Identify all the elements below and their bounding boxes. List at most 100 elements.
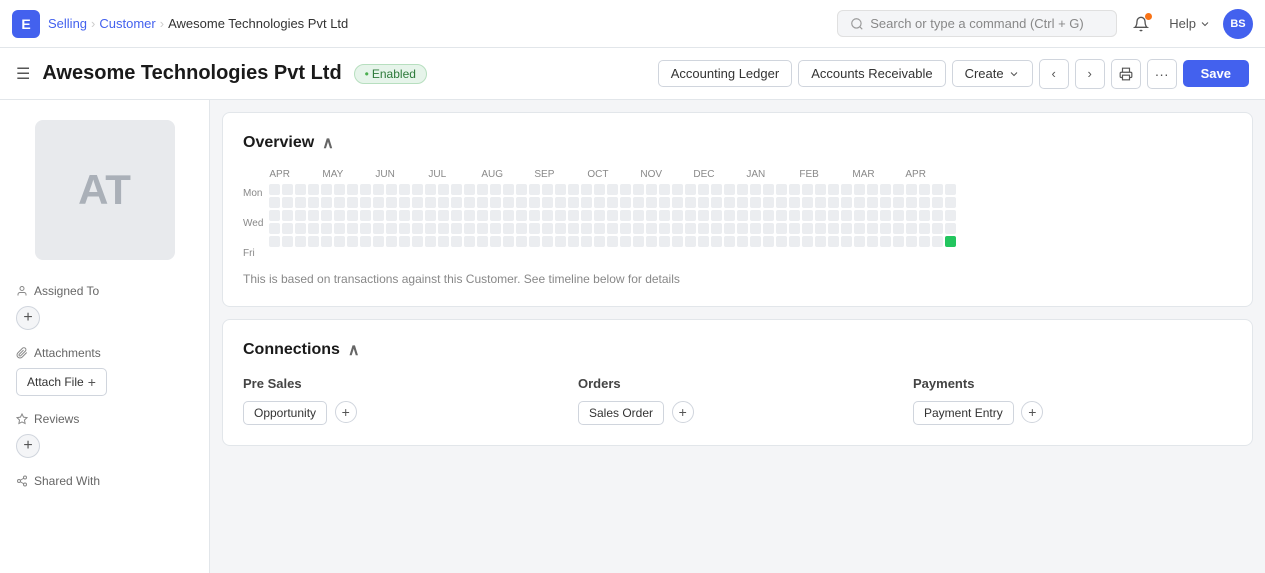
heatmap-cell (880, 210, 891, 221)
heatmap-cell (516, 197, 527, 208)
orders-group: Orders Sales Order + (578, 376, 897, 425)
heatmap-cell (490, 210, 501, 221)
heatmap-cell (763, 210, 774, 221)
heatmap-cell (659, 184, 670, 195)
heatmap-cell (776, 197, 787, 208)
heatmap-cell (425, 223, 436, 234)
month-jun-label: JUN (375, 169, 427, 180)
heatmap-cell (594, 184, 605, 195)
heatmap-cell (308, 197, 319, 208)
next-button[interactable]: › (1075, 59, 1105, 89)
heatmap-week (490, 184, 501, 247)
heatmap-cell (854, 184, 865, 195)
app-icon[interactable]: E (12, 10, 40, 38)
heatmap-week (932, 184, 943, 247)
heatmap-week (581, 184, 592, 247)
accounts-receivable-button[interactable]: Accounts Receivable (798, 60, 945, 87)
heatmap-week (529, 184, 540, 247)
heatmap-cell (620, 197, 631, 208)
heatmap-cell (555, 236, 566, 247)
heatmap-week (425, 184, 436, 247)
prev-button[interactable]: ‹ (1039, 59, 1069, 89)
heatmap-week (776, 184, 787, 247)
breadcrumb-customer[interactable]: Customer (99, 16, 155, 31)
connections-collapse-icon[interactable]: ∧ (348, 340, 360, 360)
orders-title: Orders (578, 376, 897, 391)
heatmap-cell (451, 184, 462, 195)
heatmap-cell (295, 184, 306, 195)
heatmap-week (698, 184, 709, 247)
heatmap-cell (269, 223, 280, 234)
heatmap-cell (529, 184, 540, 195)
heatmap-cell (867, 184, 878, 195)
star-icon (16, 413, 28, 425)
heatmap-cell (945, 210, 956, 221)
heatmap-cell (451, 210, 462, 221)
create-button[interactable]: Create (952, 60, 1033, 87)
month-aug-label: AUG (481, 169, 533, 180)
accounting-ledger-button[interactable]: Accounting Ledger (658, 60, 792, 87)
heatmap-cell (932, 197, 943, 208)
heatmap-cell (542, 210, 553, 221)
breadcrumb-selling[interactable]: Selling (48, 16, 87, 31)
paperclip-icon (16, 347, 28, 359)
hamburger-icon[interactable]: ☰ (16, 64, 30, 84)
heatmap-week (802, 184, 813, 247)
add-assigned-button[interactable]: + (16, 306, 40, 330)
heatmap-week (555, 184, 566, 247)
notification-dot (1145, 13, 1152, 20)
heatmap-cell (945, 184, 956, 195)
save-button[interactable]: Save (1183, 60, 1249, 87)
heatmap-cell (464, 184, 475, 195)
heatmap-cell (438, 184, 449, 195)
add-orders-button[interactable]: + (672, 401, 694, 423)
heatmap-cell (776, 210, 787, 221)
add-review-button[interactable]: + (16, 434, 40, 458)
print-button[interactable] (1111, 59, 1141, 89)
attachments-label: Attachments (16, 346, 193, 360)
heatmap-cell (503, 197, 514, 208)
heatmap-cell (841, 197, 852, 208)
heatmap-cell (269, 236, 280, 247)
heatmap-cell (373, 197, 384, 208)
month-sep-label: SEP (534, 169, 586, 180)
heatmap-week (503, 184, 514, 247)
notifications-button[interactable] (1125, 8, 1157, 40)
pre-sales-items: Opportunity + (243, 401, 562, 425)
heatmap-cell (269, 210, 280, 221)
topbar-right: Help BS (1125, 8, 1253, 40)
heatmap-cell (516, 223, 527, 234)
overview-title: Overview (243, 134, 314, 152)
add-pre-sales-button[interactable]: + (335, 401, 357, 423)
more-options-button[interactable]: ··· (1147, 59, 1177, 89)
heatmap-cell (919, 210, 930, 221)
heatmap-cell (451, 223, 462, 234)
heatmap-cell (893, 223, 904, 234)
heatmap-cell (841, 184, 852, 195)
heatmap-cell (607, 236, 618, 247)
month-feb-label: FEB (799, 169, 851, 180)
add-payments-button[interactable]: + (1021, 401, 1043, 423)
heatmap-cell (672, 197, 683, 208)
heatmap-cell (373, 184, 384, 195)
heatmap-cell (555, 223, 566, 234)
help-button[interactable]: Help (1169, 16, 1211, 31)
heatmap-cell (334, 184, 345, 195)
heatmap-cell (815, 184, 826, 195)
attach-file-button[interactable]: Attach File + (16, 368, 107, 396)
user-avatar[interactable]: BS (1223, 9, 1253, 39)
heatmap-cell (594, 223, 605, 234)
heatmap-cell (776, 223, 787, 234)
heatmap-cell (529, 223, 540, 234)
heatmap-cell (568, 223, 579, 234)
overview-collapse-icon[interactable]: ∧ (322, 133, 334, 153)
heatmap-cell (464, 236, 475, 247)
heatmap-cell (269, 184, 280, 195)
heatmap-cell (685, 236, 696, 247)
heatmap-cell (867, 236, 878, 247)
reviews-label: Reviews (16, 412, 193, 426)
opportunity-item: Opportunity (243, 401, 327, 425)
heatmap-cell (828, 197, 839, 208)
heatmap-cell (789, 223, 800, 234)
search-bar[interactable]: Search or type a command (Ctrl + G) (837, 10, 1117, 37)
